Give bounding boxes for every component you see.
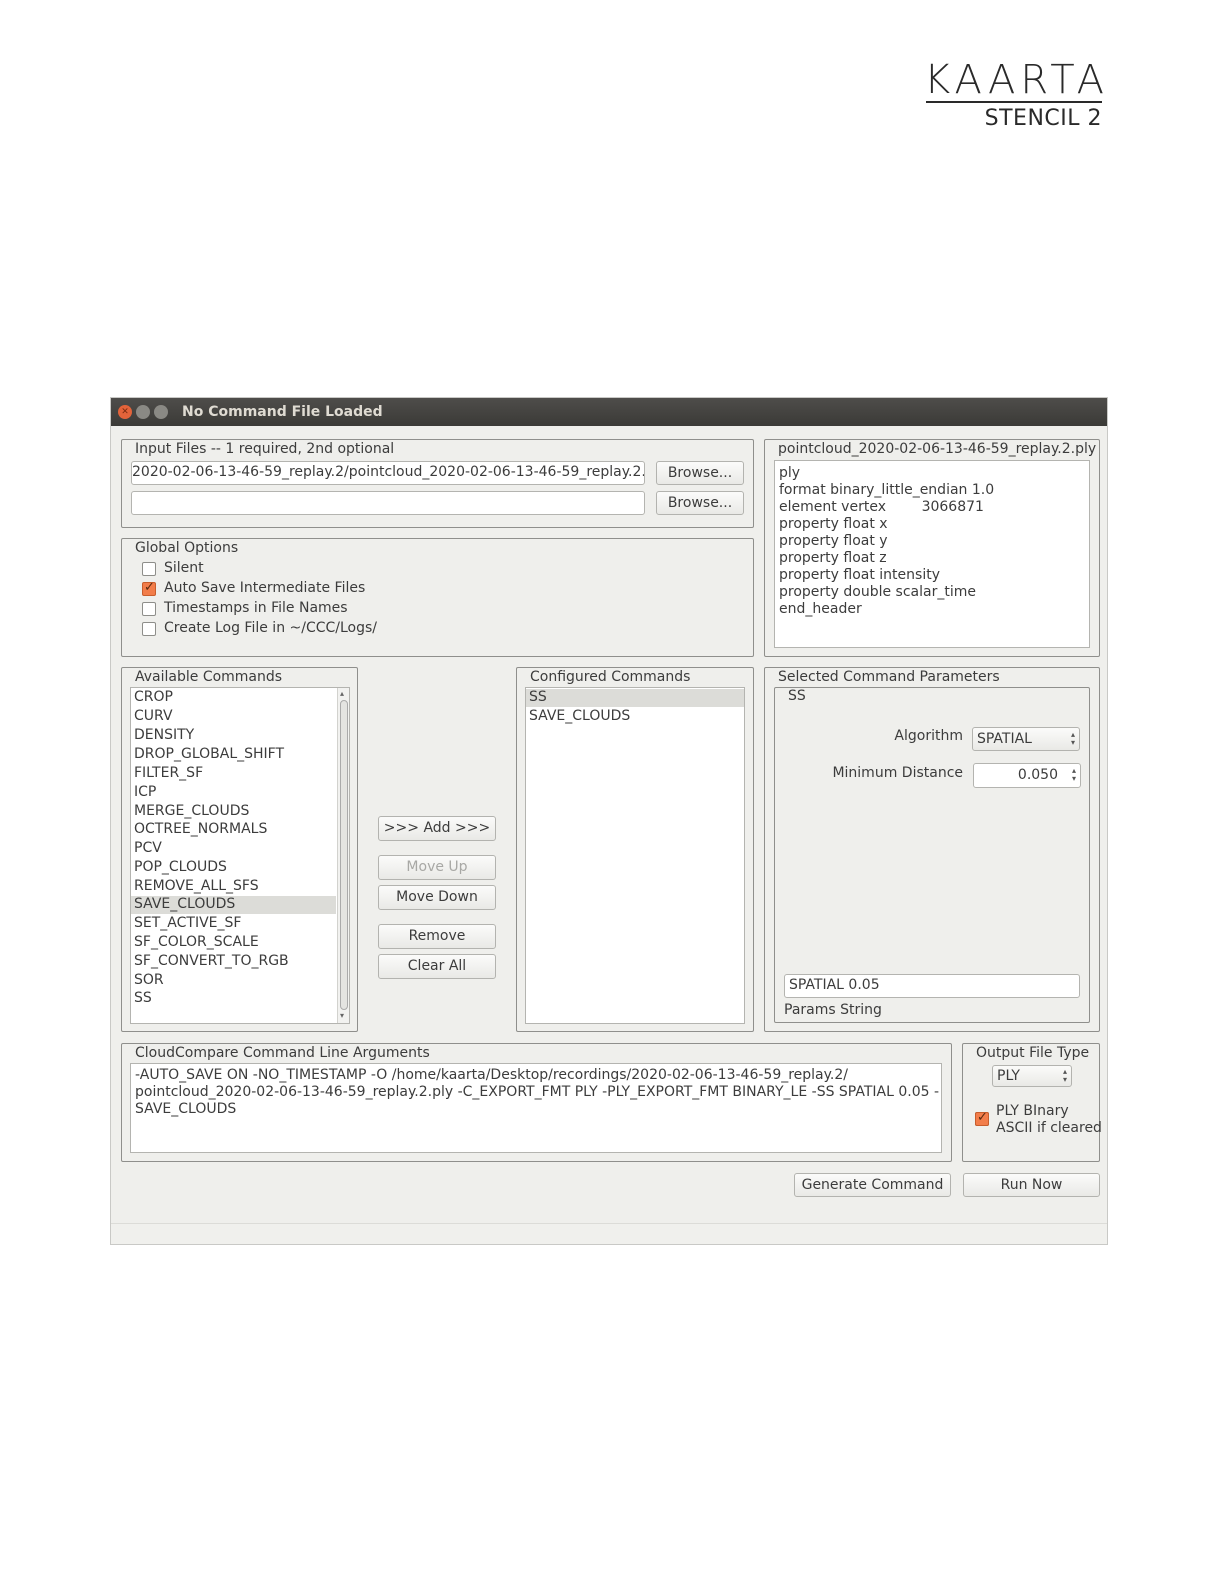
status-bar (111, 1223, 1107, 1244)
list-item[interactable]: DROP_GLOBAL_SHIFT (131, 746, 336, 764)
params-group: Selected Command Parameters SS Algorithm… (764, 667, 1100, 1032)
list-item[interactable]: SF_COLOR_SCALE (131, 934, 336, 952)
log-file-checkbox[interactable] (142, 622, 156, 636)
list-item[interactable]: OCTREE_NORMALS (131, 821, 336, 839)
remove-button[interactable]: Remove (378, 924, 496, 949)
cmdline-text[interactable]: -AUTO_SAVE ON -NO_TIMESTAMP -O /home/kaa… (130, 1063, 942, 1153)
list-item[interactable]: SET_ACTIVE_SF (131, 915, 336, 933)
cmdline-group: CloudCompare Command Line Arguments -AUT… (121, 1043, 952, 1162)
configured-commands-list[interactable]: SS SAVE_CLOUDS (525, 687, 745, 1024)
list-item[interactable]: PCV (131, 840, 336, 858)
algorithm-label: Algorithm (894, 728, 963, 744)
file-header-title: pointcloud_2020-02-06-13-46-59_replay.2.… (778, 441, 1097, 457)
available-commands-group: Available Commands CROP CURV DENSITY DRO… (121, 667, 358, 1032)
move-up-button[interactable]: Move Up (378, 855, 496, 880)
run-now-button[interactable]: Run Now (963, 1173, 1100, 1197)
output-type-select[interactable]: PLY ▴ ▾ (992, 1065, 1072, 1087)
dropdown-arrows-icon: ▴ ▾ (1062, 1067, 1067, 1084)
cmdline-title: CloudCompare Command Line Arguments (135, 1045, 430, 1061)
browse-file-1-button[interactable]: Browse... (656, 461, 744, 485)
configured-commands-group: Configured Commands SS SAVE_CLOUDS (516, 667, 754, 1032)
list-item-selected[interactable]: SS (526, 689, 744, 707)
list-item-selected[interactable]: SAVE_CLOUDS (131, 896, 336, 914)
dropdown-arrows-icon: ▴ ▾ (1070, 730, 1075, 747)
params-string-label: Params String (784, 1002, 882, 1018)
ply-binary-checkbox[interactable] (975, 1110, 989, 1126)
close-icon[interactable]: ✕ (118, 405, 132, 419)
list-item[interactable]: SAVE_CLOUDS (526, 708, 744, 726)
global-options-title: Global Options (135, 540, 239, 556)
minimize-icon[interactable] (136, 405, 150, 419)
kaarta-logo: KAARTA STENCIL 2 (924, 60, 1108, 134)
scroll-up-icon[interactable]: ▴ (340, 689, 344, 698)
logo-subtitle: STENCIL 2 (984, 106, 1102, 131)
available-commands-list[interactable]: CROP CURV DENSITY DROP_GLOBAL_SHIFT FILT… (130, 687, 350, 1024)
min-distance-spinbox[interactable]: 0.050 ▴ ▾ (973, 763, 1081, 788)
spinner-arrows-icon[interactable]: ▴ ▾ (1072, 767, 1076, 783)
list-item[interactable]: DENSITY (131, 727, 336, 745)
input-files-group: Input Files -- 1 required, 2nd optional … (121, 439, 754, 528)
maximize-icon[interactable] (154, 405, 168, 419)
available-commands-title: Available Commands (135, 669, 283, 685)
input-file-1-value: 2020-02-06-13-46-59_replay.2/pointcloud_… (132, 464, 645, 480)
list-item[interactable]: ICP (131, 784, 336, 802)
min-distance-label: Minimum Distance (832, 765, 963, 781)
list-item[interactable]: MERGE_CLOUDS (131, 803, 336, 821)
algorithm-select[interactable]: SPATIAL ▴ ▾ (972, 727, 1080, 751)
timestamps-checkbox[interactable] (142, 602, 156, 616)
output-type-group: Output File Type PLY ▴▾ PLY BInary ASCII… (962, 1043, 1102, 1162)
add-command-button[interactable]: >>> Add >>> (378, 816, 496, 841)
params-title: Selected Command Parameters (778, 669, 1000, 685)
app-window: ✕ No Command File Loaded Input Files -- … (110, 397, 1108, 1245)
logo-underline (926, 101, 1102, 103)
list-item[interactable]: CROP (131, 689, 336, 707)
params-string-field[interactable]: SPATIAL 0.05 (784, 974, 1080, 998)
configured-commands-title: Configured Commands (530, 669, 691, 685)
available-commands-scrollbar[interactable]: ▴ ▾ (337, 688, 349, 1023)
list-item[interactable]: SOR (131, 972, 336, 990)
browse-file-2-button[interactable]: Browse... (656, 491, 744, 515)
clear-all-button[interactable]: Clear All (378, 954, 496, 979)
list-item[interactable]: SF_CONVERT_TO_RGB (131, 953, 336, 971)
output-type-title: Output File Type (976, 1045, 1090, 1061)
params-panel: SS Algorithm SPATIAL ▴ ▾ Minimum Distance… (774, 687, 1090, 1023)
file-header-group: pointcloud_2020-02-06-13-46-59_replay.2.… (764, 439, 1100, 657)
input-files-title: Input Files -- 1 required, 2nd optional (135, 441, 395, 457)
list-item[interactable]: CURV (131, 708, 336, 726)
file-header-text[interactable]: ply format binary_little_endian 1.0 elem… (774, 460, 1090, 648)
list-item[interactable]: POP_CLOUDS (131, 859, 336, 877)
list-item[interactable]: SS (131, 990, 336, 1008)
list-item[interactable]: FILTER_SF (131, 765, 336, 783)
generate-command-button[interactable]: Generate Command (794, 1173, 951, 1197)
ply-binary-label: PLY BInary (996, 1103, 1069, 1119)
params-command-name: SS (788, 688, 806, 704)
window-title: No Command File Loaded (182, 404, 383, 420)
input-file-1-field[interactable]: 2020-02-06-13-46-59_replay.2/pointcloud_… (131, 461, 645, 485)
list-item[interactable]: REMOVE_ALL_SFS (131, 878, 336, 896)
scrollbar-thumb[interactable] (340, 700, 348, 1010)
input-file-2-field[interactable] (131, 491, 645, 515)
silent-checkbox[interactable] (142, 562, 156, 576)
global-options-group: Global Options Silent Auto Save Intermed… (121, 538, 754, 657)
auto-save-checkbox[interactable] (142, 580, 156, 596)
move-down-button[interactable]: Move Down (378, 885, 496, 910)
ascii-label: ASCII if cleared (996, 1120, 1102, 1136)
scroll-down-icon[interactable]: ▾ (340, 1011, 344, 1020)
logo-wordmark: KAARTA (924, 57, 1109, 103)
title-bar: ✕ No Command File Loaded (111, 398, 1107, 426)
